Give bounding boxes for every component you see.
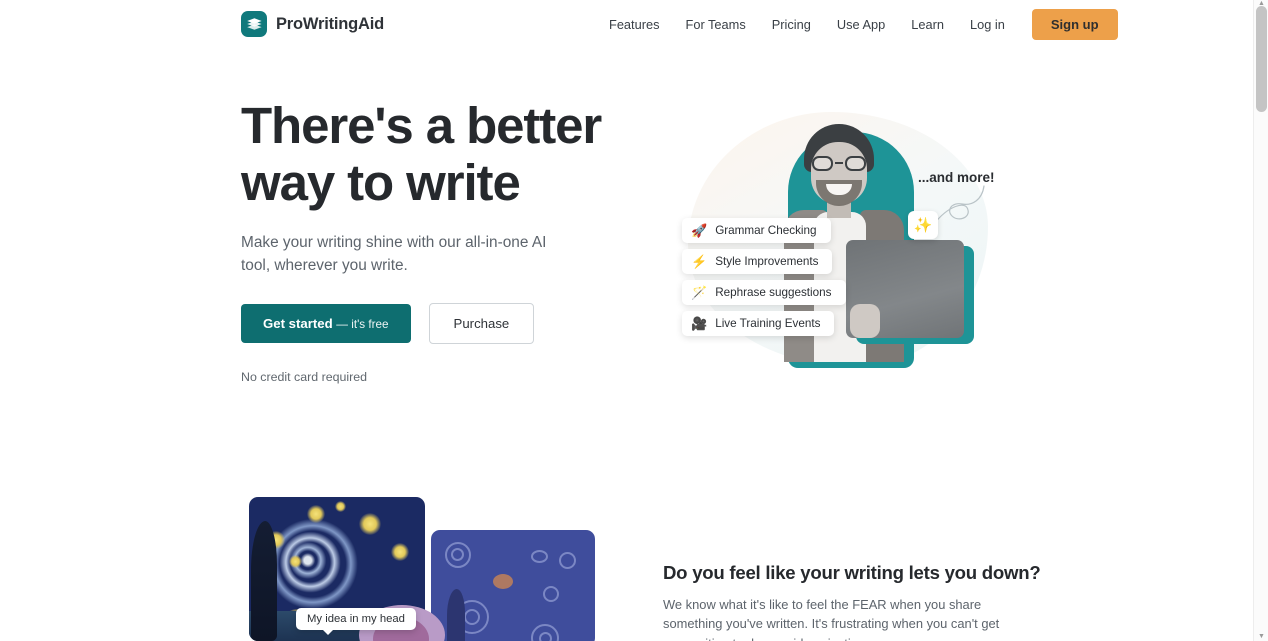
badge-style-improvements: ⚡ Style Improvements (682, 249, 833, 274)
badge-grammar-checking: 🚀 Grammar Checking (682, 218, 831, 243)
lightning-icon: ⚡ (691, 254, 708, 269)
glasses-icon (811, 156, 867, 171)
lower-section-title: Do you feel like your writing lets you d… (663, 562, 1041, 583)
flat-style-painting (431, 530, 595, 641)
hero-illustration: ✨ ...and more! 🚀 Grammar Checking ⚡ Styl… (660, 96, 1020, 391)
sign-up-button[interactable]: Sign up (1031, 8, 1118, 40)
badge-label: Live Training Events (715, 317, 821, 330)
main-nav: Features For Teams Pricing Use App Learn… (596, 8, 1118, 40)
hand (850, 304, 880, 338)
lower-copy-block: Do you feel like your writing lets you d… (663, 562, 1041, 641)
and-more-annotation: ...and more! (918, 170, 995, 185)
sparkles-icon: ✨ (908, 211, 938, 239)
purchase-button[interactable]: Purchase (428, 303, 535, 344)
cypress-tree (251, 521, 277, 641)
badge-rephrase-suggestions: 🪄 Rephrase suggestions (682, 280, 846, 305)
site-header: ProWritingAid Features For Teams Pricing… (0, 0, 1253, 48)
vertical-scrollbar[interactable]: ▲ ▼ (1253, 0, 1268, 641)
get-started-button[interactable]: Get started — it's free (241, 304, 411, 343)
hero-subtitle: Make your writing shine with our all-in-… (241, 234, 547, 274)
flat-cypress (447, 589, 465, 641)
nav-features[interactable]: Features (596, 11, 673, 38)
nav-pricing[interactable]: Pricing (759, 11, 824, 38)
feature-badge-list: 🚀 Grammar Checking ⚡ Style Improvements … (682, 218, 846, 336)
hero-title-line-2: way to write (241, 154, 521, 211)
nav-learn[interactable]: Learn (898, 11, 957, 38)
hero-title-line-1: There's a better (241, 97, 602, 154)
badge-live-training-events: 🎥 Live Training Events (682, 311, 835, 336)
scroll-down-arrow[interactable]: ▼ (1254, 633, 1268, 641)
lower-section-body: We know what it's like to feel the FEAR … (663, 597, 1000, 641)
hero-cta-group: Get started — it's free Purchase (241, 303, 641, 344)
brand-logo-link[interactable]: ProWritingAid (241, 11, 384, 37)
no-credit-card-note: No credit card required (241, 370, 368, 384)
get-started-label: Get started (263, 316, 333, 331)
badge-label: Style Improvements (715, 255, 819, 268)
scrollbar-thumb[interactable] (1256, 6, 1267, 112)
nav-for-teams[interactable]: For Teams (673, 11, 759, 38)
nav-log-in[interactable]: Log in (957, 11, 1018, 38)
badge-label: Rephrase suggestions (715, 286, 832, 299)
book-pages-icon (241, 11, 267, 37)
magic-wand-icon: 🪄 (691, 285, 708, 300)
page-title: There's a better way to write (241, 97, 641, 211)
movie-camera-icon: 🎥 (691, 316, 708, 331)
idea-callout-label: My idea in my head (296, 608, 416, 635)
page-root: ProWritingAid Features For Teams Pricing… (0, 0, 1268, 641)
nav-use-app[interactable]: Use App (824, 11, 898, 38)
rocket-icon: 🚀 (691, 223, 708, 238)
badge-label: Grammar Checking (715, 224, 817, 237)
brand-name: ProWritingAid (276, 14, 385, 33)
lower-illustration: My idea in my head (249, 497, 629, 641)
hero-text-block: There's a better way to write Make your … (241, 97, 641, 384)
get-started-subtext: — it's free (336, 318, 389, 331)
